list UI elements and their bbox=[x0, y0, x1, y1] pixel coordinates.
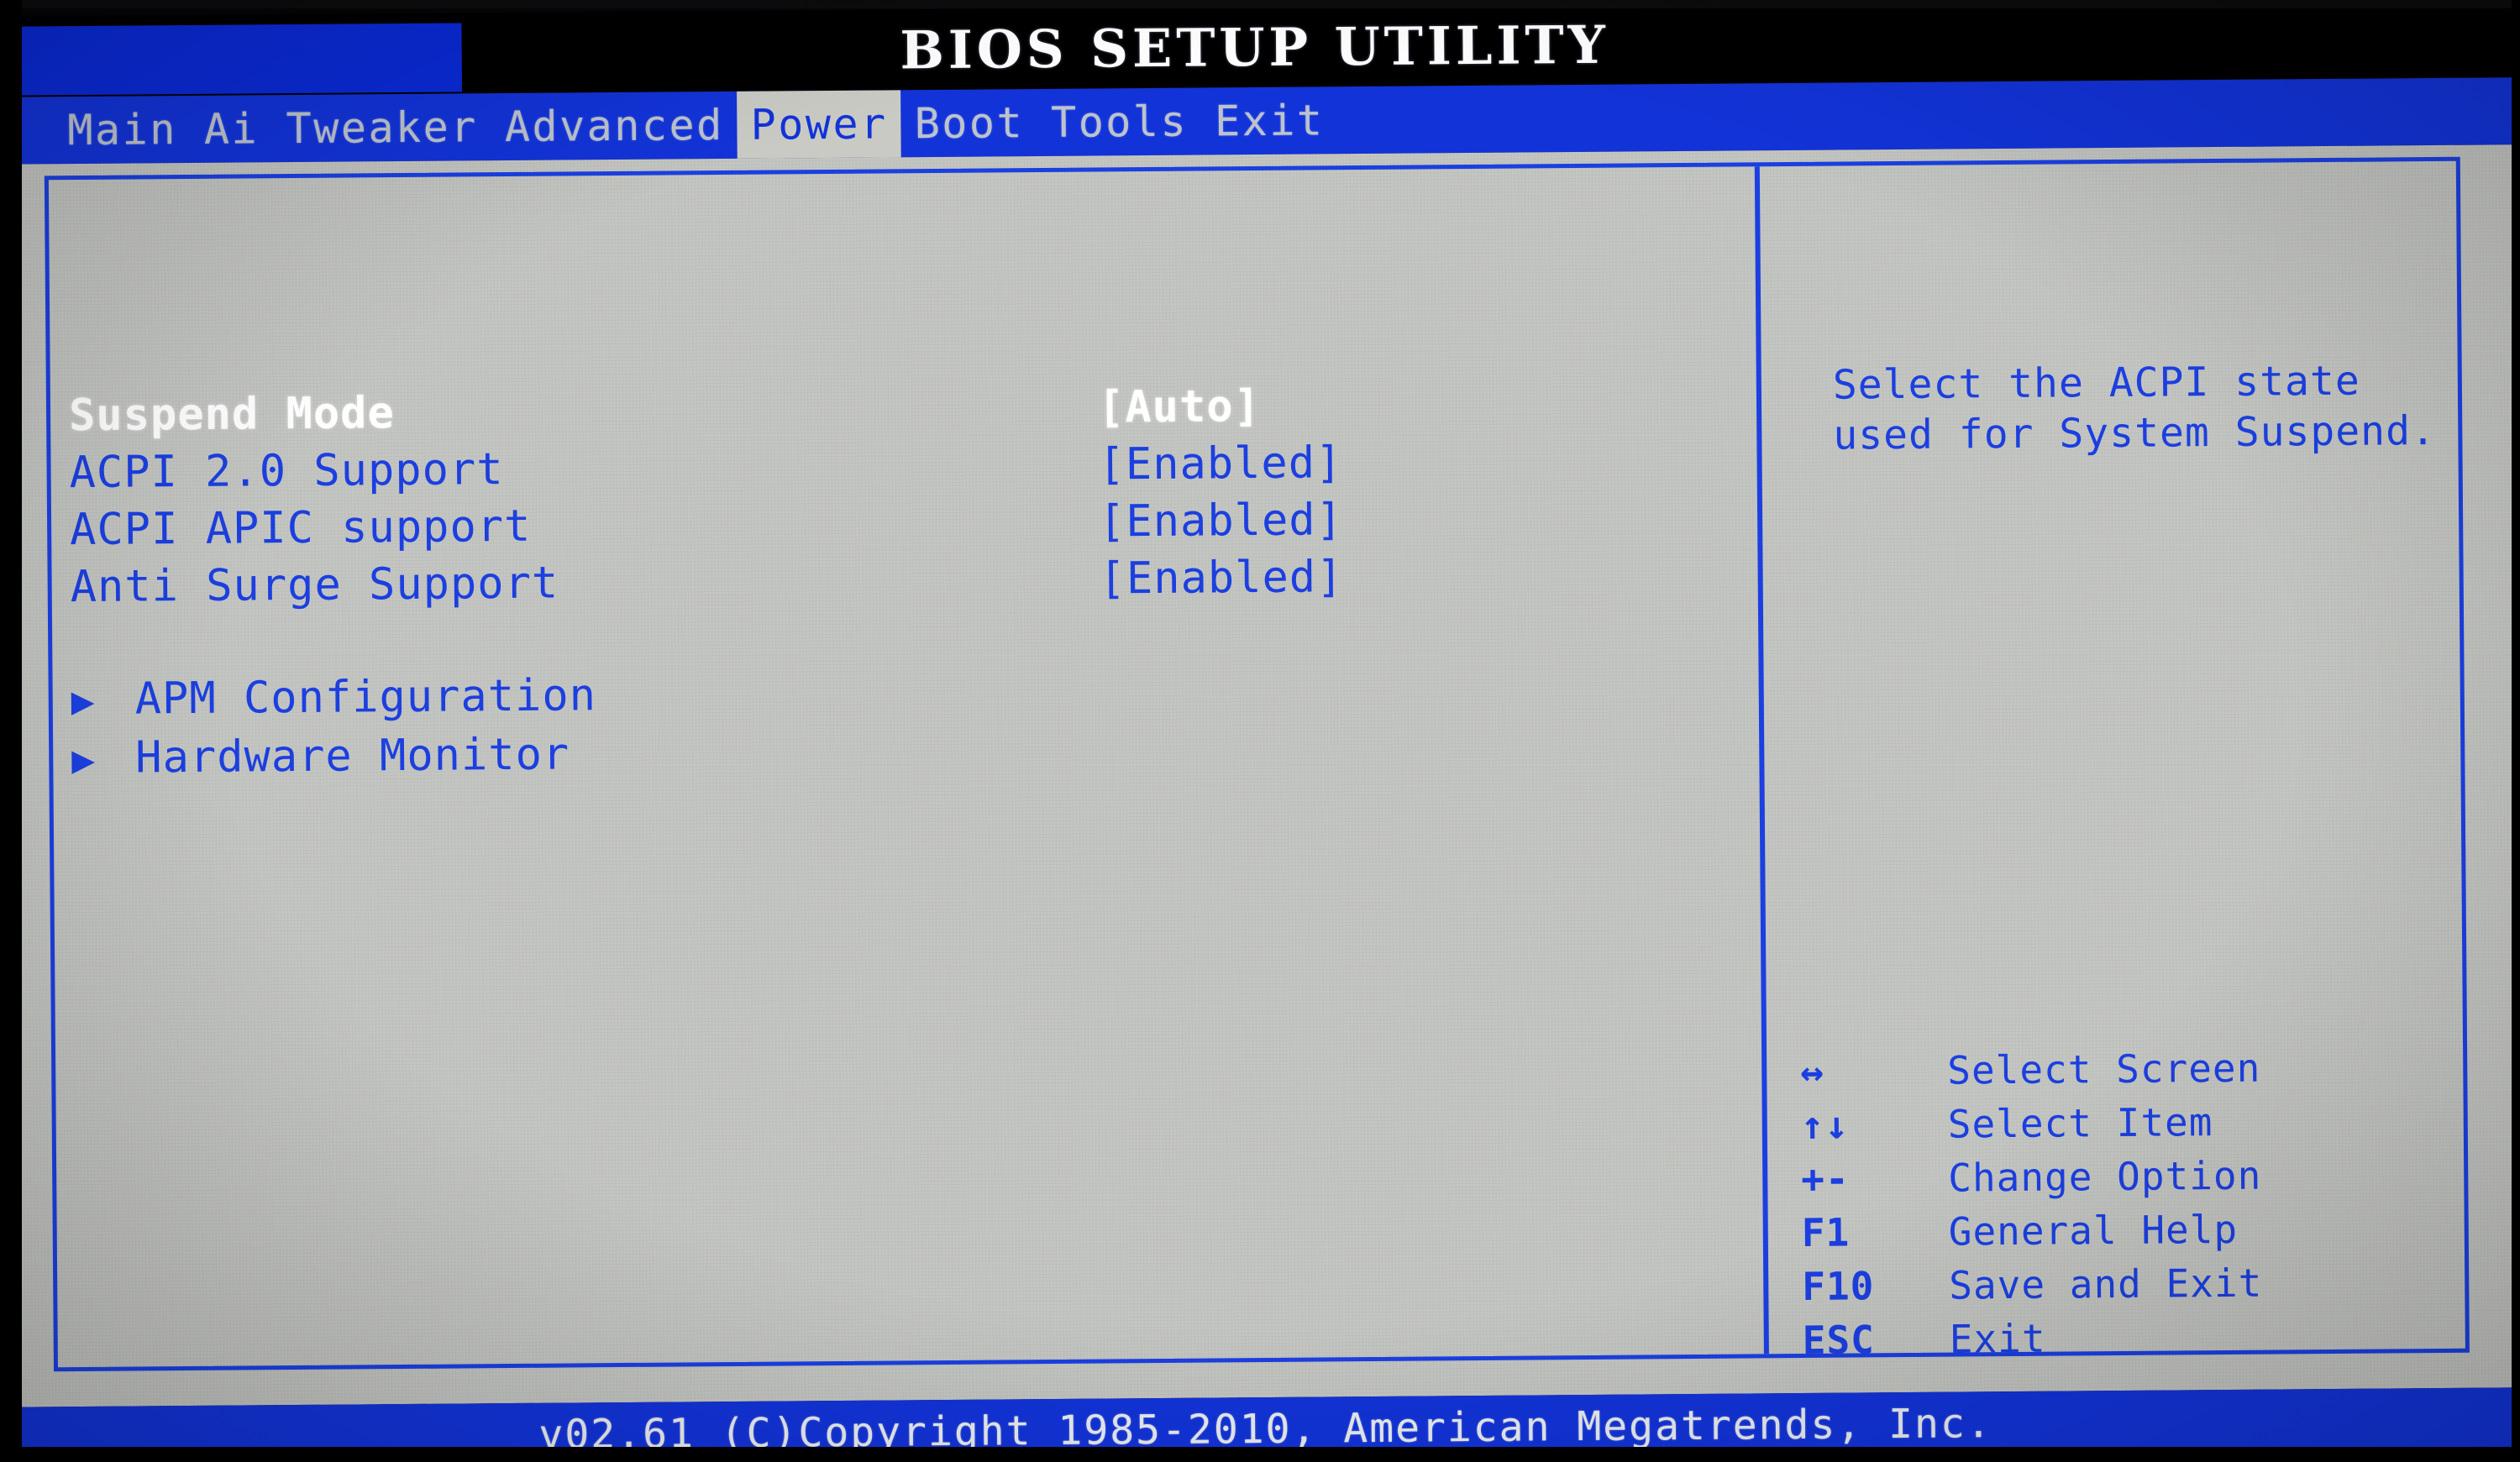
bios-screen: BIOS SETUP UTILITY Main Ai Tweaker Advan… bbox=[0, 0, 2520, 1462]
setting-value[interactable]: [Auto] bbox=[1098, 381, 1261, 433]
tab-boot[interactable]: Boot bbox=[900, 89, 1037, 157]
settings-list: Suspend Mode [Auto] ACPI 2.0 Support [En… bbox=[69, 378, 1719, 792]
key-legend-row-select-item: ↑↓ Select Item bbox=[1801, 1097, 2498, 1156]
photo-edge-left bbox=[0, 0, 22, 1462]
key-legend-label: Select Item bbox=[1947, 1099, 2213, 1147]
key-legend-row-select-screen: ↔ Select Screen bbox=[1800, 1043, 2497, 1103]
photo-edge-right bbox=[2512, 0, 2520, 1462]
setting-label: Anti Surge Support bbox=[70, 558, 559, 613]
setting-value[interactable]: [Enabled] bbox=[1099, 552, 1343, 604]
key-legend-row-exit: ESC Exit bbox=[1803, 1312, 2500, 1371]
esc-key-label: ESC bbox=[1802, 1317, 1876, 1363]
photo-frame: BIOS SETUP UTILITY Main Ai Tweaker Advan… bbox=[0, 0, 2520, 1462]
photo-edge-top bbox=[0, 0, 2520, 8]
content-area: Suspend Mode [Auto] ACPI 2.0 Support [En… bbox=[0, 144, 2520, 1407]
key-legend-label: Exit bbox=[1949, 1315, 2046, 1362]
photo-edge-bottom bbox=[0, 1447, 2520, 1462]
plus-minus-icon: +- bbox=[1801, 1155, 1850, 1202]
key-legend-label: General Help bbox=[1948, 1206, 2239, 1255]
setting-label: Suspend Mode bbox=[68, 388, 395, 442]
f1-key-label: F1 bbox=[1801, 1209, 1851, 1255]
key-legend-row-save-and-exit: F10 Save and Exit bbox=[1802, 1258, 2499, 1318]
key-legend: ↔ Select Screen ↑↓ Select Item +- Change… bbox=[1800, 1043, 2500, 1371]
key-legend-label: Change Option bbox=[1948, 1152, 2262, 1201]
triangle-right-icon: ▶ bbox=[71, 736, 97, 783]
up-down-arrow-icon: ↑↓ bbox=[1800, 1102, 1850, 1148]
tab-advanced[interactable]: Advanced bbox=[491, 92, 738, 160]
setting-value[interactable]: [Enabled] bbox=[1098, 438, 1342, 490]
setting-value[interactable]: [Enabled] bbox=[1099, 495, 1343, 547]
help-text: Select the ACPI state used for System Su… bbox=[1832, 357, 2437, 459]
left-right-arrow-icon: ↔ bbox=[1800, 1048, 1825, 1094]
key-legend-row-change-option: +- Change Option bbox=[1801, 1150, 2498, 1210]
key-legend-label: Save and Exit bbox=[1949, 1260, 2263, 1308]
submenu-label: APM Configuration bbox=[134, 670, 597, 725]
f10-key-label: F10 bbox=[1802, 1263, 1875, 1309]
tab-tools[interactable]: Tools bbox=[1037, 88, 1202, 157]
setting-label: ACPI APIC support bbox=[69, 500, 532, 556]
tab-power[interactable]: Power bbox=[737, 90, 901, 159]
submenu-label: Hardware Monitor bbox=[135, 729, 570, 783]
key-legend-row-general-help: F1 General Help bbox=[1802, 1204, 2499, 1264]
triangle-right-icon: ▶ bbox=[71, 677, 96, 724]
tab-exit[interactable]: Exit bbox=[1201, 86, 1338, 155]
tab-main[interactable]: Main bbox=[54, 96, 191, 164]
tab-ai-tweaker[interactable]: Ai Tweaker bbox=[191, 93, 492, 163]
key-legend-label: Select Screen bbox=[1947, 1045, 2261, 1093]
setting-label: ACPI 2.0 Support bbox=[69, 444, 504, 499]
